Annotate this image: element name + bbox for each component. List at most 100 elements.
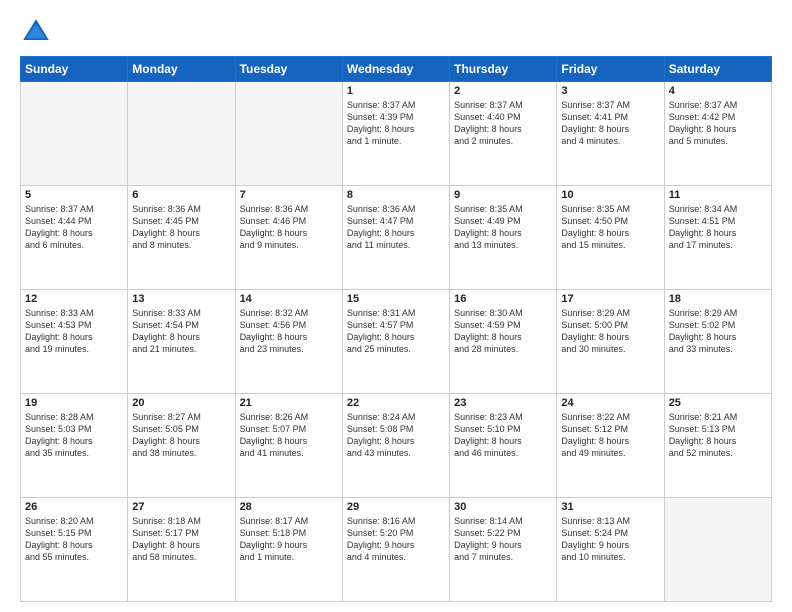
calendar-cell: 25 Sunrise: 8:21 AM Sunset: 5:13 PM Dayli… bbox=[664, 394, 771, 498]
calendar-cell: 16 Sunrise: 8:30 AM Sunset: 4:59 PM Dayli… bbox=[450, 290, 557, 394]
day-info: Sunrise: 8:32 AM Sunset: 4:56 PM Dayligh… bbox=[240, 307, 338, 356]
calendar-cell: 17 Sunrise: 8:29 AM Sunset: 5:00 PM Dayli… bbox=[557, 290, 664, 394]
day-info: Sunrise: 8:36 AM Sunset: 4:46 PM Dayligh… bbox=[240, 203, 338, 252]
day-number: 8 bbox=[347, 189, 445, 201]
calendar-cell: 28Sunrise: 8:17 AM Sunset: 5:18 PM Dayli… bbox=[235, 498, 342, 602]
calendar-cell: 11 Sunrise: 8:34 AM Sunset: 4:51 PM Dayli… bbox=[664, 186, 771, 290]
day-info: Sunrise: 8:37 AM Sunset: 4:42 PM Dayligh… bbox=[669, 99, 767, 148]
calendar-cell: 4 Sunrise: 8:37 AM Sunset: 4:42 PM Daylig… bbox=[664, 82, 771, 186]
calendar-cell: 27 Sunrise: 8:18 AM Sunset: 5:17 PM Dayli… bbox=[128, 498, 235, 602]
week-row-1: 1 Sunrise: 8:37 AM Sunset: 4:39 PM Daylig… bbox=[21, 82, 772, 186]
day-info: Sunrise: 8:27 AM Sunset: 5:05 PM Dayligh… bbox=[132, 411, 230, 460]
week-row-5: 26 Sunrise: 8:20 AM Sunset: 5:15 PM Dayli… bbox=[21, 498, 772, 602]
calendar-cell: 29 Sunrise: 8:16 AM Sunset: 5:20 PM Dayli… bbox=[342, 498, 449, 602]
day-info: Sunrise: 8:31 AM Sunset: 4:57 PM Dayligh… bbox=[347, 307, 445, 356]
calendar-cell: 19 Sunrise: 8:28 AM Sunset: 5:03 PM Dayli… bbox=[21, 394, 128, 498]
calendar-cell: 21 Sunrise: 8:26 AM Sunset: 5:07 PM Dayli… bbox=[235, 394, 342, 498]
day-number: 18 bbox=[669, 293, 767, 305]
weekday-header-tuesday: Tuesday bbox=[235, 57, 342, 82]
day-number: 23 bbox=[454, 397, 552, 409]
calendar-cell: 23Sunrise: 8:23 AM Sunset: 5:10 PM Dayli… bbox=[450, 394, 557, 498]
week-row-3: 12 Sunrise: 8:33 AM Sunset: 4:53 PM Dayli… bbox=[21, 290, 772, 394]
calendar-cell: 7 Sunrise: 8:36 AM Sunset: 4:46 PM Daylig… bbox=[235, 186, 342, 290]
weekday-header-sunday: Sunday bbox=[21, 57, 128, 82]
calendar-cell: 9 Sunrise: 8:35 AM Sunset: 4:49 PM Daylig… bbox=[450, 186, 557, 290]
day-number: 9 bbox=[454, 189, 552, 201]
day-number: 29 bbox=[347, 501, 445, 513]
day-number: 1 bbox=[347, 85, 445, 97]
calendar-cell: 2 Sunrise: 8:37 AM Sunset: 4:40 PM Daylig… bbox=[450, 82, 557, 186]
day-info: Sunrise: 8:20 AM Sunset: 5:15 PM Dayligh… bbox=[25, 515, 123, 564]
day-number: 6 bbox=[132, 189, 230, 201]
day-number: 27 bbox=[132, 501, 230, 513]
header bbox=[20, 16, 772, 48]
day-info: Sunrise: 8:37 AM Sunset: 4:39 PM Dayligh… bbox=[347, 99, 445, 148]
day-number: 13 bbox=[132, 293, 230, 305]
calendar-cell bbox=[235, 82, 342, 186]
calendar-table: SundayMondayTuesdayWednesdayThursdayFrid… bbox=[20, 56, 772, 602]
logo-icon bbox=[20, 16, 52, 48]
day-number: 31 bbox=[561, 501, 659, 513]
calendar-cell: 18 Sunrise: 8:29 AM Sunset: 5:02 PM Dayli… bbox=[664, 290, 771, 394]
calendar-cell: 26 Sunrise: 8:20 AM Sunset: 5:15 PM Dayli… bbox=[21, 498, 128, 602]
day-info: Sunrise: 8:37 AM Sunset: 4:41 PM Dayligh… bbox=[561, 99, 659, 148]
day-number: 5 bbox=[25, 189, 123, 201]
calendar-cell: 15 Sunrise: 8:31 AM Sunset: 4:57 PM Dayli… bbox=[342, 290, 449, 394]
logo bbox=[20, 16, 56, 48]
day-number: 16 bbox=[454, 293, 552, 305]
calendar-cell: 13 Sunrise: 8:33 AM Sunset: 4:54 PM Dayli… bbox=[128, 290, 235, 394]
calendar-cell: 12 Sunrise: 8:33 AM Sunset: 4:53 PM Dayli… bbox=[21, 290, 128, 394]
day-number: 26 bbox=[25, 501, 123, 513]
calendar-cell: 24 Sunrise: 8:22 AM Sunset: 5:12 PM Dayli… bbox=[557, 394, 664, 498]
day-info: Sunrise: 8:18 AM Sunset: 5:17 PM Dayligh… bbox=[132, 515, 230, 564]
day-number: 22 bbox=[347, 397, 445, 409]
day-info: Sunrise: 8:28 AM Sunset: 5:03 PM Dayligh… bbox=[25, 411, 123, 460]
day-info: Sunrise: 8:16 AM Sunset: 5:20 PM Dayligh… bbox=[347, 515, 445, 564]
day-info: Sunrise: 8:14 AM Sunset: 5:22 PM Dayligh… bbox=[454, 515, 552, 564]
calendar-cell: 6Sunrise: 8:36 AM Sunset: 4:45 PM Daylig… bbox=[128, 186, 235, 290]
calendar-cell bbox=[21, 82, 128, 186]
day-info: Sunrise: 8:30 AM Sunset: 4:59 PM Dayligh… bbox=[454, 307, 552, 356]
day-number: 25 bbox=[669, 397, 767, 409]
day-number: 21 bbox=[240, 397, 338, 409]
week-row-4: 19 Sunrise: 8:28 AM Sunset: 5:03 PM Dayli… bbox=[21, 394, 772, 498]
day-info: Sunrise: 8:24 AM Sunset: 5:08 PM Dayligh… bbox=[347, 411, 445, 460]
calendar-cell bbox=[128, 82, 235, 186]
calendar-cell bbox=[664, 498, 771, 602]
page: SundayMondayTuesdayWednesdayThursdayFrid… bbox=[0, 0, 792, 612]
day-number: 15 bbox=[347, 293, 445, 305]
day-number: 14 bbox=[240, 293, 338, 305]
weekday-header-wednesday: Wednesday bbox=[342, 57, 449, 82]
day-number: 3 bbox=[561, 85, 659, 97]
day-info: Sunrise: 8:34 AM Sunset: 4:51 PM Dayligh… bbox=[669, 203, 767, 252]
day-number: 17 bbox=[561, 293, 659, 305]
weekday-header-thursday: Thursday bbox=[450, 57, 557, 82]
day-info: Sunrise: 8:33 AM Sunset: 4:53 PM Dayligh… bbox=[25, 307, 123, 356]
day-info: Sunrise: 8:35 AM Sunset: 4:49 PM Dayligh… bbox=[454, 203, 552, 252]
calendar-cell: 5 Sunrise: 8:37 AM Sunset: 4:44 PM Daylig… bbox=[21, 186, 128, 290]
day-number: 2 bbox=[454, 85, 552, 97]
day-number: 12 bbox=[25, 293, 123, 305]
day-number: 11 bbox=[669, 189, 767, 201]
day-info: Sunrise: 8:37 AM Sunset: 4:40 PM Dayligh… bbox=[454, 99, 552, 148]
day-info: Sunrise: 8:13 AM Sunset: 5:24 PM Dayligh… bbox=[561, 515, 659, 564]
calendar-cell: 20Sunrise: 8:27 AM Sunset: 5:05 PM Dayli… bbox=[128, 394, 235, 498]
day-info: Sunrise: 8:26 AM Sunset: 5:07 PM Dayligh… bbox=[240, 411, 338, 460]
calendar-cell: 8Sunrise: 8:36 AM Sunset: 4:47 PM Daylig… bbox=[342, 186, 449, 290]
day-info: Sunrise: 8:17 AM Sunset: 5:18 PM Dayligh… bbox=[240, 515, 338, 564]
day-number: 19 bbox=[25, 397, 123, 409]
day-info: Sunrise: 8:33 AM Sunset: 4:54 PM Dayligh… bbox=[132, 307, 230, 356]
day-info: Sunrise: 8:35 AM Sunset: 4:50 PM Dayligh… bbox=[561, 203, 659, 252]
day-info: Sunrise: 8:22 AM Sunset: 5:12 PM Dayligh… bbox=[561, 411, 659, 460]
day-number: 7 bbox=[240, 189, 338, 201]
weekday-header-saturday: Saturday bbox=[664, 57, 771, 82]
weekday-header-row: SundayMondayTuesdayWednesdayThursdayFrid… bbox=[21, 57, 772, 82]
day-info: Sunrise: 8:37 AM Sunset: 4:44 PM Dayligh… bbox=[25, 203, 123, 252]
day-number: 4 bbox=[669, 85, 767, 97]
day-info: Sunrise: 8:21 AM Sunset: 5:13 PM Dayligh… bbox=[669, 411, 767, 460]
day-number: 24 bbox=[561, 397, 659, 409]
calendar-cell: 10Sunrise: 8:35 AM Sunset: 4:50 PM Dayli… bbox=[557, 186, 664, 290]
day-info: Sunrise: 8:29 AM Sunset: 5:00 PM Dayligh… bbox=[561, 307, 659, 356]
day-info: Sunrise: 8:29 AM Sunset: 5:02 PM Dayligh… bbox=[669, 307, 767, 356]
calendar-cell: 1 Sunrise: 8:37 AM Sunset: 4:39 PM Daylig… bbox=[342, 82, 449, 186]
